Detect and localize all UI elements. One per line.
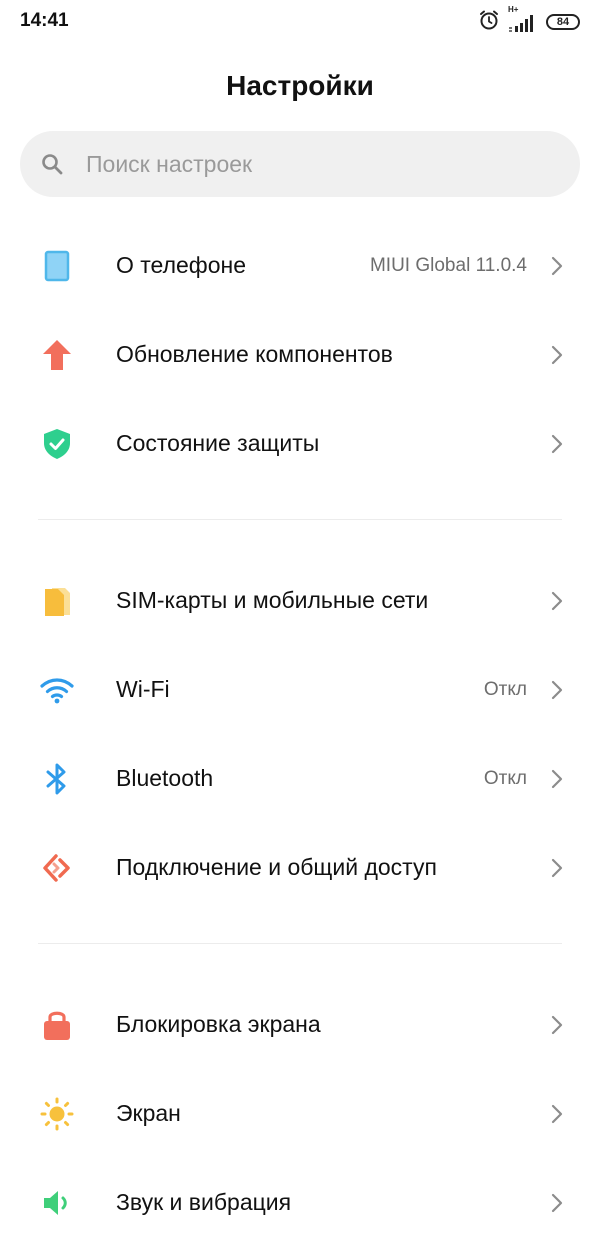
status-icons: H+ 84: [478, 5, 580, 36]
settings-item-security-status[interactable]: Состояние защиты: [0, 399, 600, 488]
settings-list: О телефоне MIUI Global 11.0.4 Обновление…: [0, 221, 600, 1247]
bluetooth-icon: [38, 760, 76, 798]
chevron-right-icon: [550, 433, 564, 455]
chevron-right-icon: [550, 255, 564, 277]
search-bar[interactable]: [20, 131, 580, 197]
section-divider: [0, 912, 600, 980]
chevron-right-icon: [550, 1103, 564, 1125]
sun-icon: [38, 1095, 76, 1133]
divider-line: [38, 943, 562, 944]
status-time: 14:41: [20, 10, 69, 31]
settings-item-value: Откл: [483, 678, 527, 700]
settings-item-value: MIUI Global 11.0.4: [369, 254, 527, 276]
settings-item-connection-sharing[interactable]: Подключение и общий доступ: [0, 823, 600, 912]
settings-item-bluetooth[interactable]: Bluetooth Откл: [0, 734, 600, 823]
shield-check-icon: [38, 425, 76, 463]
chevron-right-icon: [550, 679, 564, 701]
sound-icon: [38, 1184, 76, 1222]
chevron-right-icon: [550, 1014, 564, 1036]
section-divider: [0, 488, 600, 556]
battery-icon: 84: [546, 14, 580, 30]
connection-sharing-icon: [38, 849, 76, 887]
settings-item-label: Bluetooth: [116, 765, 214, 791]
chevron-right-icon: [550, 1192, 564, 1214]
settings-item-label: Подключение и общий доступ: [116, 854, 437, 880]
settings-item-lock-screen[interactable]: Блокировка экрана: [0, 980, 600, 1069]
chevron-right-icon: [550, 590, 564, 612]
chevron-right-icon: [550, 857, 564, 879]
divider-line: [38, 519, 562, 520]
sim-card-icon: [38, 582, 76, 620]
settings-item-label: Обновление компонентов: [116, 341, 393, 367]
update-arrow-icon: [38, 336, 76, 374]
search-input[interactable]: [84, 149, 528, 179]
settings-item-component-updates[interactable]: Обновление компонентов: [0, 310, 600, 399]
status-bar: 14:41 H+ 84: [0, 0, 600, 44]
battery-level: 84: [556, 15, 570, 28]
lock-icon: [38, 1006, 76, 1044]
settings-item-label: О телефоне: [116, 252, 247, 278]
wifi-icon: [38, 671, 76, 709]
settings-item-label: Wi-Fi: [116, 676, 170, 702]
page-title: Настройки: [226, 70, 374, 101]
settings-item-sound-vibration[interactable]: Звук и вибрация: [0, 1158, 600, 1247]
phone-icon: [38, 247, 76, 285]
settings-item-label: Блокировка экрана: [116, 1011, 321, 1037]
search-icon: [40, 152, 64, 176]
settings-item-value: Откл: [483, 767, 527, 789]
settings-item-label: Состояние защиты: [116, 430, 320, 456]
settings-item-sim-networks[interactable]: SIM-карты и мобильные сети: [0, 556, 600, 645]
settings-item-label: SIM-карты и мобильные сети: [116, 587, 429, 613]
alarm-icon: [478, 9, 500, 36]
settings-item-display[interactable]: Экран: [0, 1069, 600, 1158]
settings-item-about-phone[interactable]: О телефоне MIUI Global 11.0.4: [0, 221, 600, 310]
settings-item-label: Звук и вибрация: [116, 1189, 292, 1215]
chevron-right-icon: [550, 768, 564, 790]
settings-item-wifi[interactable]: Wi-Fi Откл: [0, 645, 600, 734]
chevron-right-icon: [550, 344, 564, 366]
signal-icon: H+: [508, 5, 538, 33]
settings-item-label: Экран: [116, 1100, 181, 1126]
